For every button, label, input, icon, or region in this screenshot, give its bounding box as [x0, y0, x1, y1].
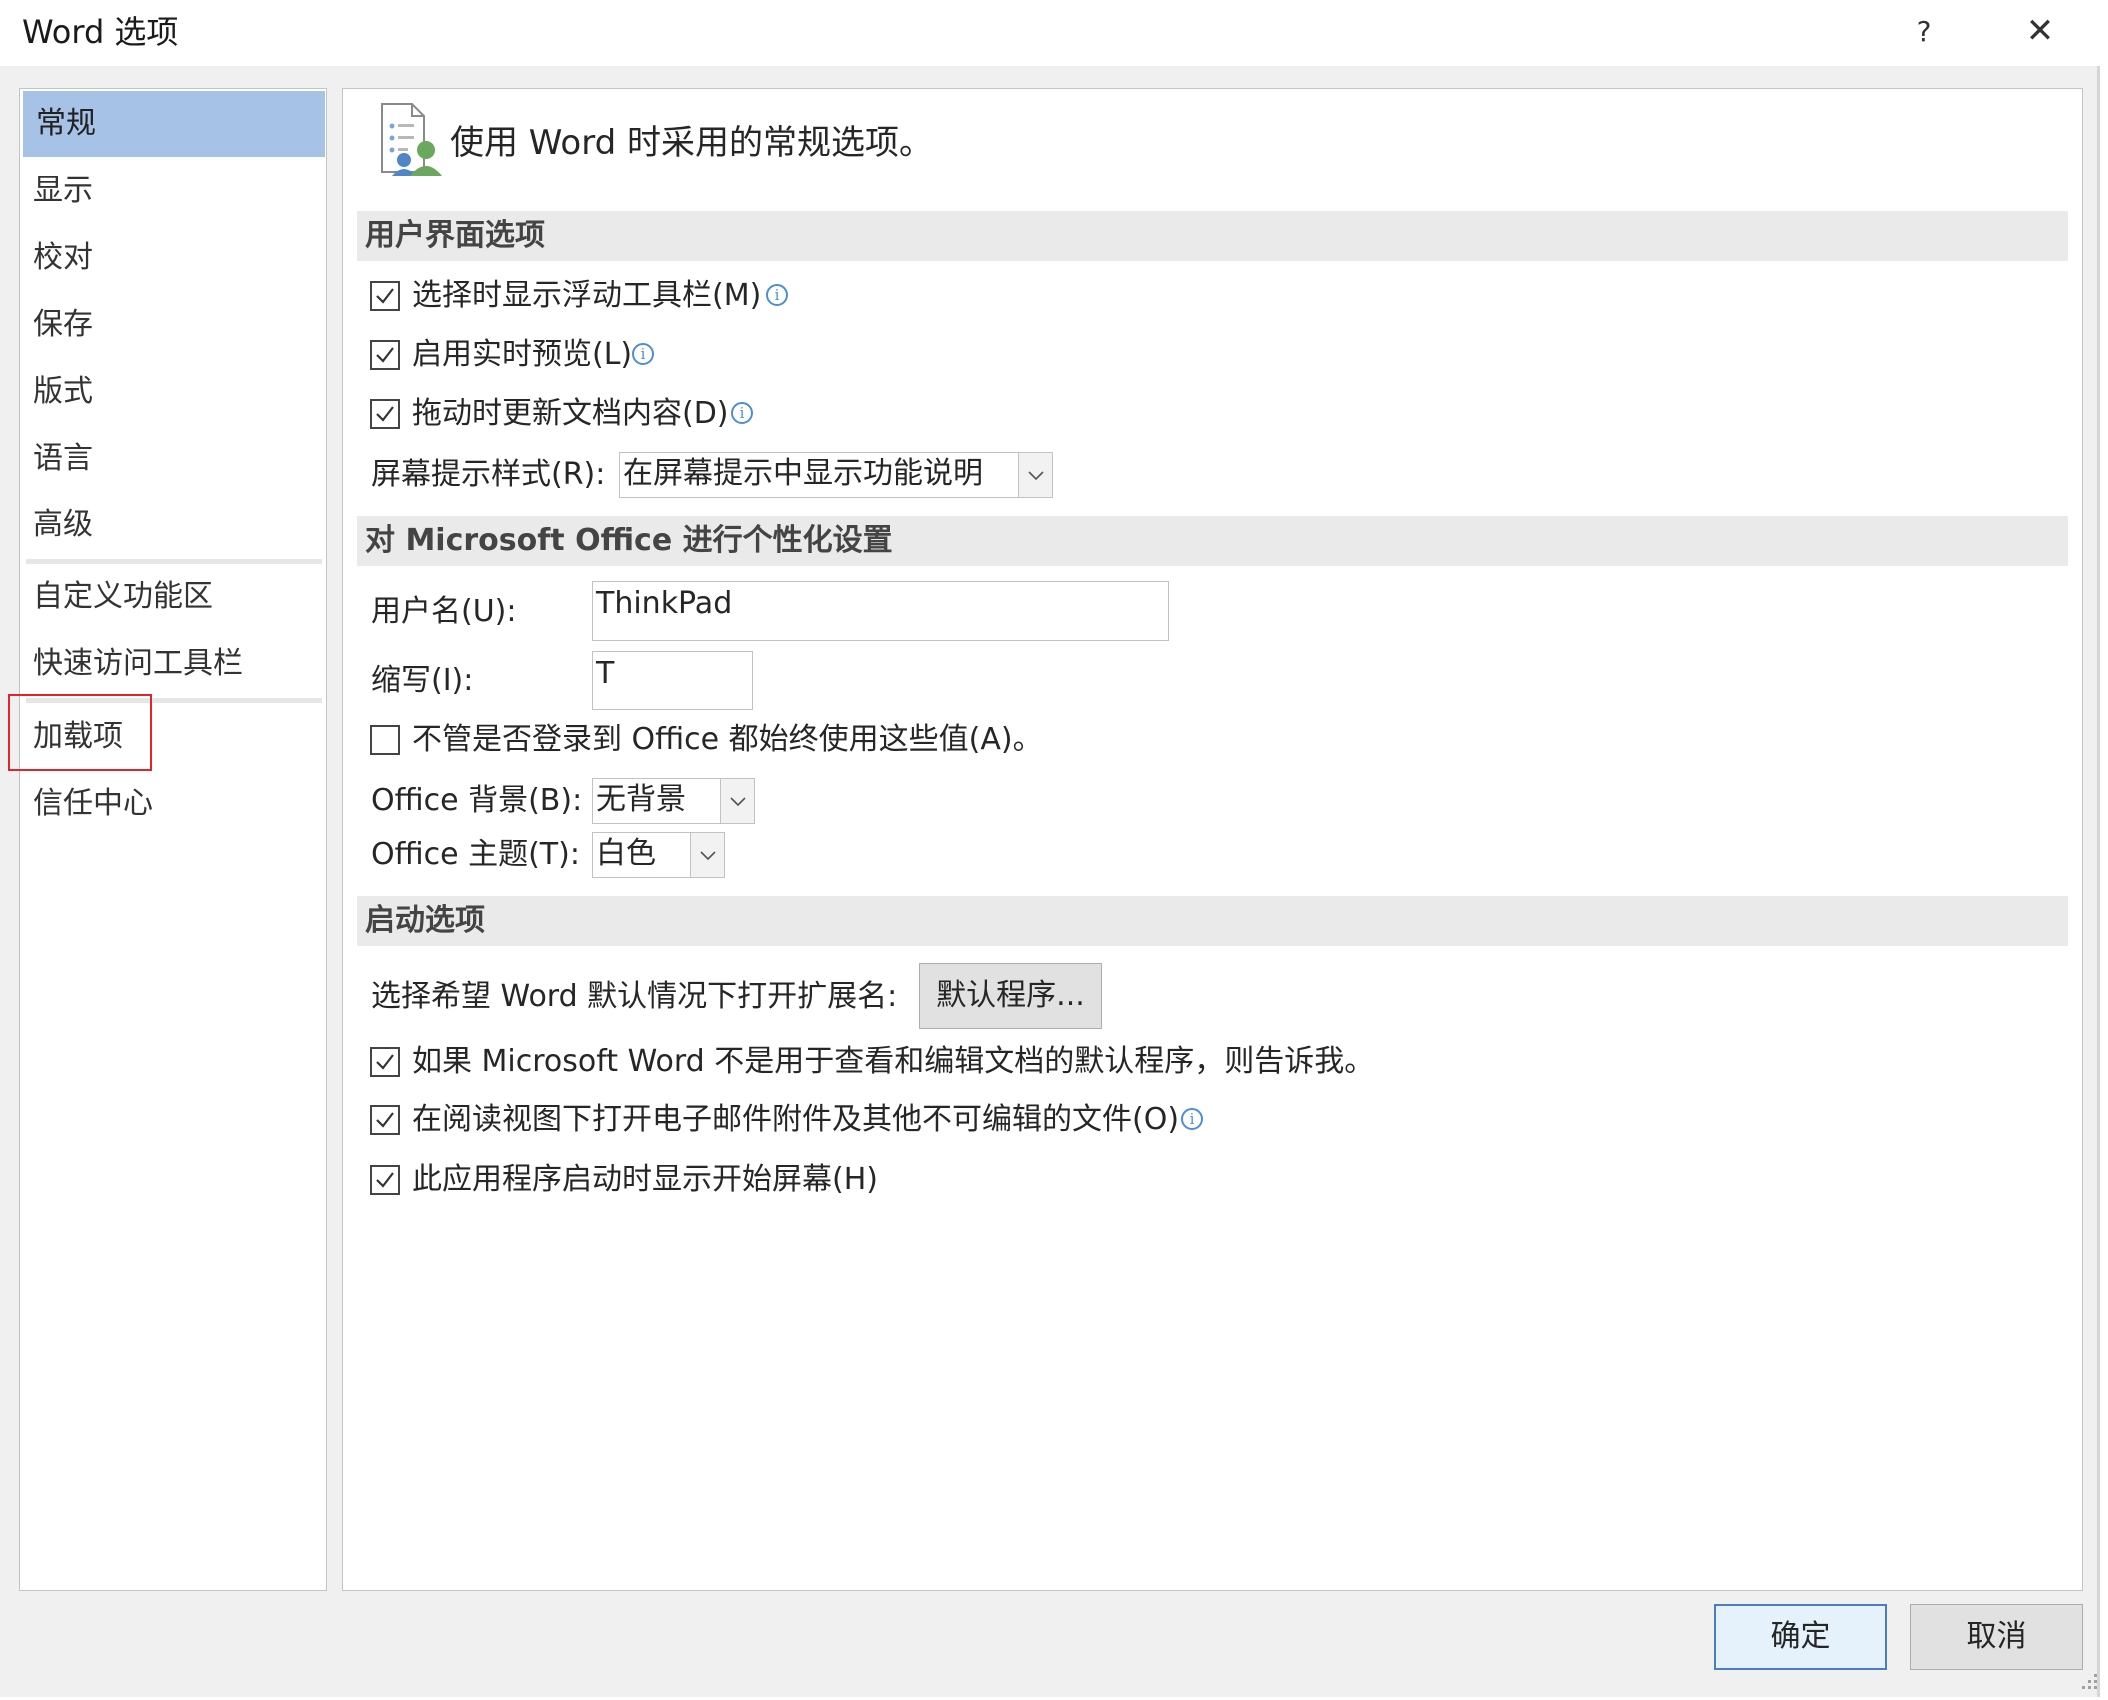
initials-input[interactable]: T — [592, 651, 753, 710]
office-theme-value: 白色 — [596, 836, 656, 871]
help-button[interactable]: ? — [1906, 10, 1942, 54]
live-preview-checkbox[interactable] — [370, 340, 400, 370]
sidebar-item-customize-ribbon[interactable]: 自定义功能区 — [20, 564, 326, 630]
screentip-style-dropdown[interactable]: 在屏幕提示中显示功能说明 — [619, 452, 1053, 498]
sidebar-item-save[interactable]: 保存 — [20, 292, 326, 358]
tell-me-default-label[interactable]: 如果 Microsoft Word 不是用于查看和编辑文档的默认程序，则告诉我。 — [412, 1042, 1374, 1082]
reading-view-checkbox[interactable] — [370, 1105, 400, 1135]
title-bar — [0, 0, 2100, 66]
office-theme-dropdown[interactable]: 白色 — [592, 832, 725, 878]
update-drag-checkbox[interactable] — [370, 399, 400, 429]
always-use-values-checkbox[interactable] — [370, 725, 400, 755]
sidebar-item-display[interactable]: 显示 — [20, 158, 326, 224]
info-icon: i — [1181, 1108, 1203, 1130]
dialog-title: Word 选项 — [22, 13, 179, 51]
username-input[interactable]: ThinkPad — [592, 581, 1169, 641]
panel-header: 使用 Word 时采用的常规选项。 — [450, 123, 934, 163]
info-icon: i — [766, 284, 788, 306]
live-preview-label[interactable]: 启用实时预览(L) — [412, 335, 632, 375]
office-background-label: Office 背景(B): — [371, 783, 583, 818]
default-programs-button[interactable]: 默认程序... — [919, 963, 1102, 1029]
username-label: 用户名(U): — [371, 594, 517, 629]
section-startup-options: 启动选项 — [357, 896, 2068, 946]
section-personalize: 对 Microsoft Office 进行个性化设置 — [357, 516, 2068, 566]
start-screen-checkbox[interactable] — [370, 1165, 400, 1195]
resize-grip-icon[interactable] — [2072, 1668, 2100, 1696]
sidebar-item-general[interactable]: 常规 — [23, 91, 325, 157]
screentip-style-label: 屏幕提示样式(R): — [371, 457, 606, 492]
section-ui-options: 用户界面选项 — [357, 211, 2068, 261]
reading-view-label[interactable]: 在阅读视图下打开电子邮件附件及其他不可编辑的文件(O) — [412, 1100, 1179, 1140]
close-button[interactable]: ✕ — [2018, 8, 2062, 54]
info-icon: i — [731, 402, 753, 424]
sidebar-item-layout[interactable]: 版式 — [20, 359, 326, 425]
category-sidebar: 常规 显示 校对 保存 版式 语言 高级 自定义功能区 快速访问工具栏 加载项 … — [19, 88, 327, 1591]
sidebar-item-proofing[interactable]: 校对 — [20, 225, 326, 291]
sidebar-item-advanced[interactable]: 高级 — [20, 492, 326, 558]
mini-toolbar-checkbox[interactable] — [370, 281, 400, 311]
office-theme-label: Office 主题(T): — [371, 837, 580, 872]
initials-label: 缩写(I): — [371, 663, 474, 698]
start-screen-label[interactable]: 此应用程序启动时显示开始屏幕(H) — [412, 1160, 878, 1200]
chevron-down-icon — [720, 779, 754, 823]
default-extensions-label: 选择希望 Word 默认情况下打开扩展名: — [371, 979, 898, 1014]
add-ins-highlight-box — [8, 694, 152, 771]
office-background-dropdown[interactable]: 无背景 — [592, 778, 755, 824]
sidebar-item-quick-access-toolbar[interactable]: 快速访问工具栏 — [20, 631, 326, 697]
ok-button[interactable]: 确定 — [1714, 1604, 1887, 1670]
cancel-button[interactable]: 取消 — [1910, 1604, 2083, 1670]
update-drag-label[interactable]: 拖动时更新文档内容(D) — [412, 394, 729, 434]
sidebar-item-trust-center[interactable]: 信任中心 — [20, 771, 326, 837]
info-icon: i — [632, 343, 654, 365]
general-options-icon — [378, 102, 444, 178]
chevron-down-icon — [690, 833, 724, 877]
always-use-values-label[interactable]: 不管是否登录到 Office 都始终使用这些值(A)。 — [412, 720, 1043, 760]
tell-me-default-checkbox[interactable] — [370, 1047, 400, 1077]
screentip-style-value: 在屏幕提示中显示功能说明 — [623, 456, 983, 491]
mini-toolbar-label[interactable]: 选择时显示浮动工具栏(M) — [412, 276, 761, 316]
sidebar-item-language[interactable]: 语言 — [20, 426, 326, 492]
office-background-value: 无背景 — [596, 782, 686, 817]
chevron-down-icon — [1018, 453, 1052, 497]
